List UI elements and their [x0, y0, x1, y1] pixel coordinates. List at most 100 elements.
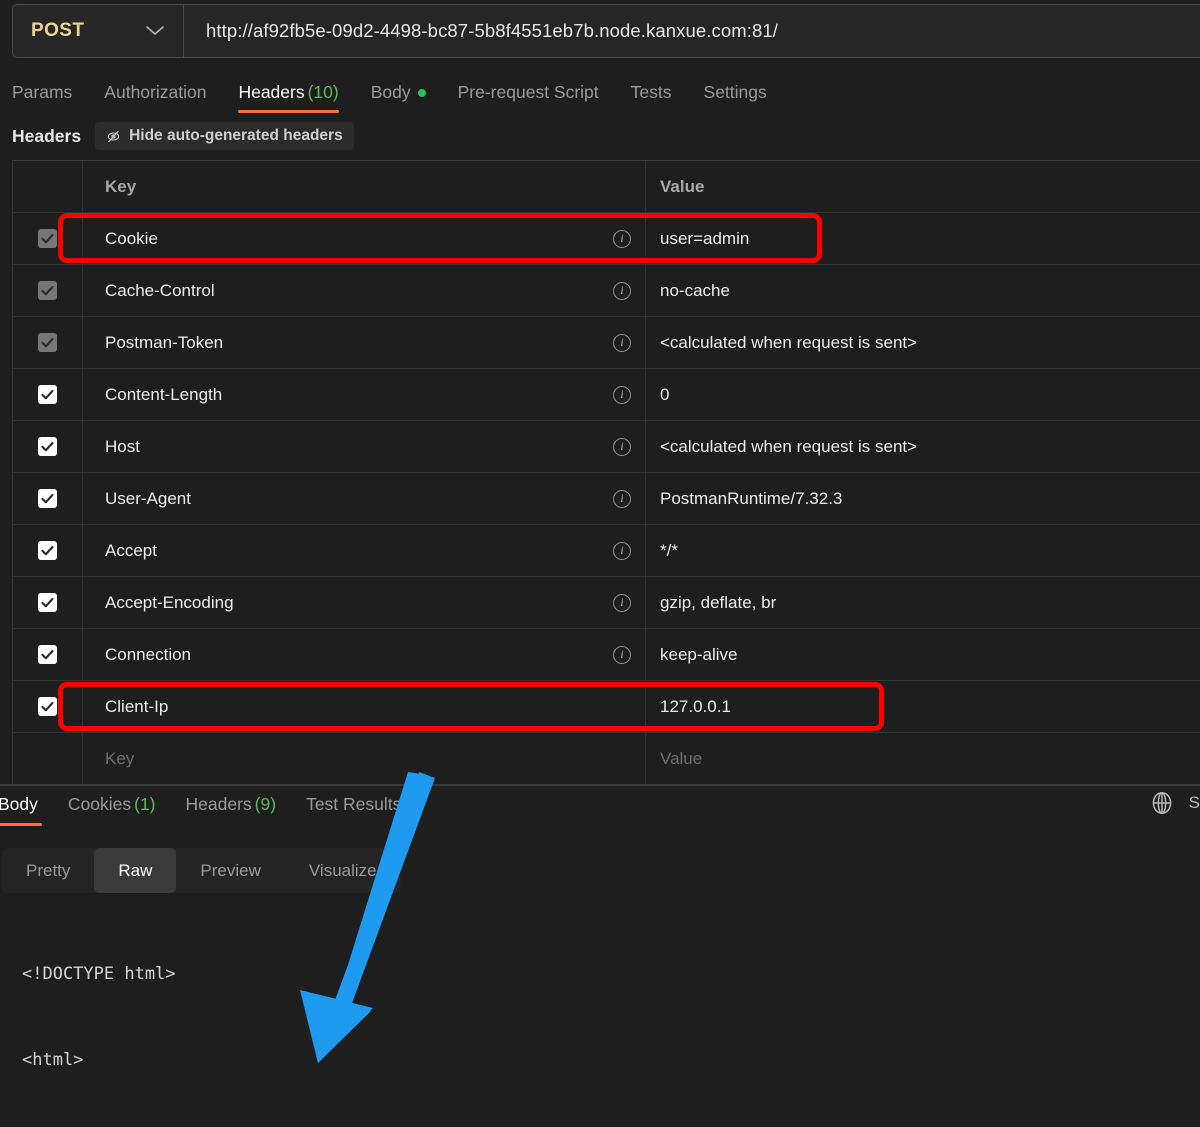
info-icon[interactable]: i: [613, 541, 631, 560]
info-icon[interactable]: i: [613, 229, 631, 248]
header-enabled-checkbox[interactable]: [38, 385, 57, 404]
header-enabled-checkbox[interactable]: [38, 229, 57, 248]
response-format-tabs: Pretty Raw Preview Visualize: [2, 848, 401, 893]
table-header-row: Key Value: [13, 161, 1200, 213]
table-row[interactable]: Accept-Encoding i gzip, deflate, br: [13, 577, 1200, 629]
globe-icon[interactable]: [1149, 790, 1175, 816]
table-row[interactable]: Content-Length i 0: [13, 369, 1200, 421]
table-row-new[interactable]: Key Value: [13, 733, 1200, 785]
response-tab-headers-count: (9): [254, 794, 277, 814]
table-row[interactable]: Connection i keep-alive: [13, 629, 1200, 681]
http-method-selector[interactable]: POST: [13, 5, 183, 57]
row-key-cell[interactable]: Connection i: [83, 629, 646, 680]
row-key-cell[interactable]: Postman-Token i: [83, 317, 646, 368]
table-row[interactable]: User-Agent i PostmanRuntime/7.32.3: [13, 473, 1200, 525]
row-key-cell[interactable]: Client-Ip: [83, 681, 646, 732]
format-tab-preview-label: Preview: [200, 860, 261, 880]
row-key-cell[interactable]: Accept-Encoding i: [83, 577, 646, 628]
row-value-cell[interactable]: 127.0.0.1: [646, 681, 1200, 732]
header-key-text: Accept-Encoding: [105, 592, 234, 612]
header-enabled-checkbox[interactable]: [38, 541, 57, 560]
header-enabled-checkbox[interactable]: [38, 437, 57, 456]
table-row[interactable]: Cookie i user=admin: [13, 213, 1200, 265]
header-enabled-checkbox[interactable]: [38, 697, 57, 716]
table-row[interactable]: Client-Ip 127.0.0.1: [13, 681, 1200, 733]
tab-pre-request-script[interactable]: Pre-request Script: [458, 82, 599, 113]
response-tab-cookies[interactable]: Cookies (1): [68, 794, 156, 826]
response-body-raw[interactable]: <!DOCTYPE html> <html> <head> <title>天网管…: [0, 900, 1200, 1127]
header-enabled-checkbox[interactable]: [38, 281, 57, 300]
row-value-cell[interactable]: gzip, deflate, br: [646, 577, 1200, 628]
info-icon[interactable]: i: [613, 437, 631, 456]
tab-params[interactable]: Params: [12, 82, 72, 113]
row-value-cell[interactable]: keep-alive: [646, 629, 1200, 680]
row-checkbox-cell: [13, 525, 83, 576]
info-icon[interactable]: i: [613, 593, 631, 612]
row-value-cell[interactable]: PostmanRuntime/7.32.3: [646, 473, 1200, 524]
save-response-button[interactable]: S: [1189, 793, 1200, 813]
postman-window: POST http://af92fb5e-09d2-4498-bc87-5b8f…: [0, 0, 1200, 1127]
format-tab-preview[interactable]: Preview: [176, 848, 284, 893]
table-row[interactable]: Accept i */*: [13, 525, 1200, 577]
row-key-cell[interactable]: Accept i: [83, 525, 646, 576]
format-tab-pretty[interactable]: Pretty: [2, 848, 94, 893]
header-value-text: gzip, deflate, br: [660, 592, 777, 612]
active-response-tab-underline: [0, 823, 42, 826]
row-value-cell[interactable]: <calculated when request is sent>: [646, 421, 1200, 472]
table-row[interactable]: Host i <calculated when request is sent>: [13, 421, 1200, 473]
info-icon[interactable]: i: [613, 489, 631, 508]
response-tab-headers[interactable]: Headers (9): [186, 794, 277, 826]
new-row-key-cell[interactable]: Key: [83, 733, 646, 784]
format-tab-visualize-label: Visualize: [308, 860, 377, 880]
tab-headers[interactable]: Headers (10): [238, 82, 339, 113]
hide-auto-generated-headers-button[interactable]: Hide auto-generated headers: [95, 122, 354, 150]
info-icon[interactable]: i: [613, 385, 631, 404]
tab-body[interactable]: Body: [371, 82, 426, 113]
tab-tests-label: Tests: [630, 82, 672, 102]
header-value-text: PostmanRuntime/7.32.3: [660, 488, 843, 508]
row-key-cell[interactable]: Host i: [83, 421, 646, 472]
eye-off-icon: [106, 129, 121, 144]
header-value-text: <calculated when request is sent>: [660, 332, 918, 352]
info-icon[interactable]: i: [613, 281, 631, 300]
new-row-value-cell[interactable]: Value: [646, 733, 1200, 784]
table-row[interactable]: Postman-Token i <calculated when request i…: [13, 317, 1200, 369]
row-value-cell[interactable]: */*: [646, 525, 1200, 576]
row-checkbox-cell: [13, 265, 83, 316]
row-checkbox-cell: [13, 577, 83, 628]
header-enabled-checkbox[interactable]: [38, 593, 57, 612]
format-tab-raw[interactable]: Raw: [94, 848, 177, 893]
row-value-cell[interactable]: no-cache: [646, 265, 1200, 316]
row-key-cell[interactable]: User-Agent i: [83, 473, 646, 524]
tab-settings[interactable]: Settings: [704, 82, 767, 113]
response-tab-cookies-label: Cookies: [67, 794, 132, 814]
tab-authorization[interactable]: Authorization: [104, 82, 206, 113]
info-icon[interactable]: i: [613, 645, 631, 664]
row-key-cell[interactable]: Content-Length i: [83, 369, 646, 420]
table-row[interactable]: Cache-Control i no-cache: [13, 265, 1200, 317]
response-tab-body[interactable]: Body: [0, 794, 42, 826]
row-checkbox-cell: [13, 629, 83, 680]
response-tab-test-results[interactable]: Test Results: [306, 794, 401, 826]
hide-auto-generated-headers-label: Hide auto-generated headers: [129, 127, 343, 144]
row-key-cell[interactable]: Cookie i: [83, 213, 646, 264]
response-actions: S: [1149, 790, 1200, 816]
header-key-text: Client-Ip: [105, 696, 169, 716]
row-value-cell[interactable]: user=admin: [646, 213, 1200, 264]
info-icon[interactable]: i: [613, 333, 631, 352]
header-key-text: Host: [105, 436, 140, 456]
http-method-label: POST: [31, 20, 85, 41]
headers-toolbar: Headers Hide auto-generated headers: [0, 121, 1200, 151]
header-enabled-checkbox[interactable]: [38, 333, 57, 352]
row-checkbox-cell: [13, 369, 83, 420]
row-key-cell[interactable]: Cache-Control i: [83, 265, 646, 316]
row-checkbox-cell: [13, 473, 83, 524]
format-tab-visualize[interactable]: Visualize: [285, 848, 401, 893]
header-enabled-checkbox[interactable]: [38, 645, 57, 664]
header-enabled-checkbox[interactable]: [38, 489, 57, 508]
url-input[interactable]: http://af92fb5e-09d2-4498-bc87-5b8f4551e…: [184, 5, 1200, 57]
tab-tests[interactable]: Tests: [631, 82, 672, 113]
row-value-cell[interactable]: 0: [646, 369, 1200, 420]
row-value-cell[interactable]: <calculated when request is sent>: [646, 317, 1200, 368]
tab-settings-label: Settings: [703, 82, 767, 102]
